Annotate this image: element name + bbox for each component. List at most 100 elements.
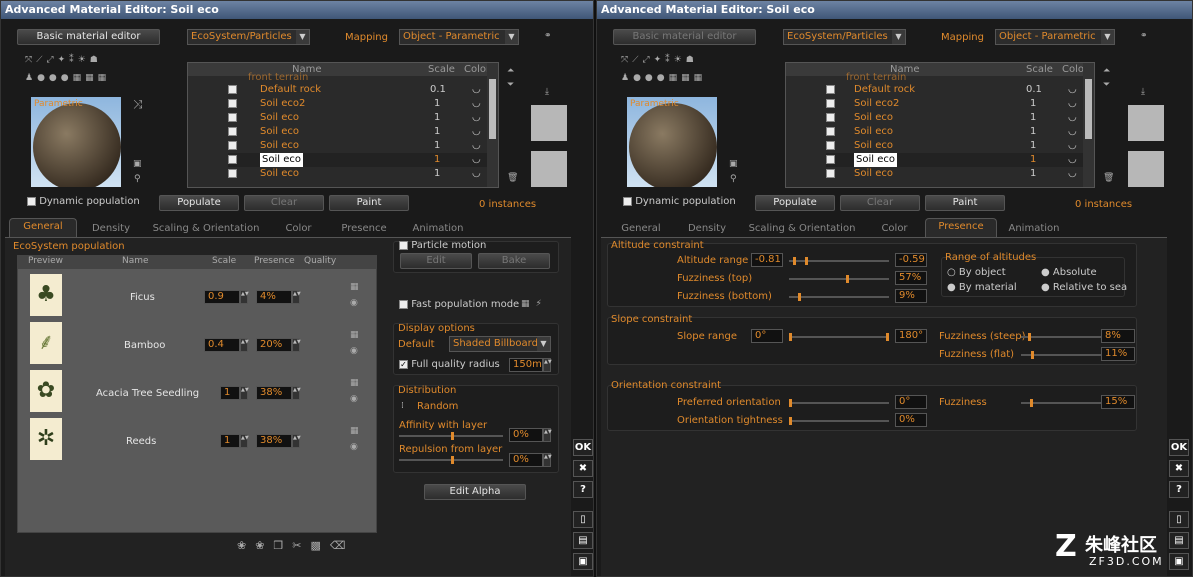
save-icon[interactable]: ▣ [1169,553,1189,570]
tab-color[interactable]: Color [271,221,326,237]
tab-presence[interactable]: Presence [333,221,395,237]
ok-button[interactable]: OK [573,439,593,456]
tool-icons-row2[interactable]: ♟●●●▦▦▦ [25,73,155,83]
slope-range-slider[interactable] [789,333,889,341]
fuzz-top-slider[interactable] [789,275,889,283]
distribution-mode[interactable]: Random [417,401,458,412]
help-button[interactable]: ? [1169,481,1189,498]
list-item[interactable]: Soil eco 1 ◡ [826,139,1094,153]
cube-icon[interactable]: ▣ [133,159,142,169]
save-icon[interactable]: ▣ [573,553,593,570]
list-scrollbar[interactable] [487,63,498,187]
list-item[interactable]: Default rock 0.1 ◡ [228,83,498,97]
refresh-icon[interactable]: ◉ [350,346,358,356]
cube-icon[interactable]: ▣ [729,159,738,169]
slope-max-field[interactable]: 180° [895,329,927,343]
tab-color[interactable]: Color [867,221,922,237]
by-object-radio[interactable]: ○ By object [947,267,1006,278]
bake-button[interactable]: Bake [478,253,550,269]
slope-min-field[interactable]: 0° [751,329,783,343]
cancel-button[interactable]: ✖ [573,460,593,477]
shuffle-icon[interactable]: ⤨ [133,98,143,110]
tab-animation[interactable]: Animation [405,221,471,237]
color-swatch-top[interactable] [531,105,567,141]
table-row[interactable]: ✲ Reeds 1 ▲▼ 38% ▲▼ ▦ ◉ [18,416,376,462]
list-item[interactable]: Soil eco 1 ◡ [228,111,498,125]
list-item[interactable]: Default rock 0.1 ◡ [826,83,1094,97]
affinity-slider[interactable] [399,432,503,440]
relative-to-sea-radio[interactable]: ● Relative to sea [1041,282,1127,293]
color-swatch-bottom[interactable] [1128,151,1164,187]
search-icon[interactable]: ⚲ [730,174,737,184]
list-item[interactable]: Soil eco 1 ◡ [228,125,498,139]
display-mode-dropdown[interactable]: Shaded Billboard ▼ [449,336,551,352]
tab-density[interactable]: Density [677,221,737,237]
arrow-down-icon[interactable]: ⏷ [507,80,514,90]
tab-density[interactable]: Density [81,221,141,237]
basic-material-editor-button[interactable]: Basic material editor [613,29,756,45]
arrow-up-icon[interactable]: ⏶ [1103,66,1110,76]
table-row[interactable]: ✿ Acacia Tree Seedling 1 ▲▼ 38% ▲▼ ▦ ◉ [18,368,376,414]
link-icon[interactable]: ⚭ [1140,31,1148,41]
full-quality-checkbox[interactable]: Full quality radius [399,359,500,370]
fuzz-flat-field[interactable]: 11% [1101,347,1135,361]
clear-button[interactable]: Clear [840,195,920,211]
fuzz-steep-field[interactable]: 8% [1101,329,1135,343]
category-dropdown[interactable]: EcoSystem/Particles ▼ [783,29,906,45]
fuzz-top-field[interactable]: 57% [895,271,927,285]
tightness-slider[interactable] [789,417,889,425]
population-toolbar-icons[interactable]: ❀❀❒✂▩⌫ [237,540,354,551]
fuzziness-slider[interactable] [1021,399,1111,407]
edit-plant-icon[interactable]: ▦ [350,282,359,292]
color-swatch-bottom[interactable] [531,151,567,187]
preferred-field[interactable]: 0° [895,395,927,409]
basic-material-editor-button[interactable]: Basic material editor [17,29,160,45]
tool-icons-row1[interactable]: ⤧⟋⤢✦⁑☀☗ [25,55,155,65]
tab-presence[interactable]: Presence [925,218,997,237]
fuzz-steep-slider[interactable] [1021,333,1111,341]
repulsion-slider[interactable] [399,456,503,464]
particle-motion-checkbox[interactable]: Particle motion [399,240,486,251]
tool-icons-row2[interactable]: ♟●●●▦▦▦ [621,73,751,83]
mapping-dropdown[interactable]: Object - Parametric ▼ [399,29,519,45]
paint-button[interactable]: Paint [925,195,1005,211]
search-icon[interactable]: ⚲ [134,174,141,184]
tab-scaling[interactable]: Scaling & Orientation [151,221,261,237]
fuzziness-field[interactable]: 15% [1101,395,1135,409]
refresh-icon[interactable]: ◉ [350,442,358,452]
import-icon[interactable]: ⤓ [545,87,549,97]
dynamic-population-checkbox[interactable]: Dynamic population [623,196,736,207]
edit-plant-icon[interactable]: ▦ [350,426,359,436]
edit-button[interactable]: Edit [400,253,472,269]
new-document-icon[interactable]: ▯ [1169,511,1189,528]
load-icon[interactable]: ▤ [1169,532,1189,549]
by-material-radio[interactable]: ● By material [947,282,1017,293]
load-icon[interactable]: ▤ [573,532,593,549]
edit-alpha-button[interactable]: Edit Alpha [424,484,526,500]
absolute-radio[interactable]: ● Absolute [1041,267,1097,278]
delete-icon[interactable]: 🗑 [507,173,518,183]
list-item[interactable]: Soil eco 1 ◡ [826,125,1094,139]
cancel-button[interactable]: ✖ [1169,460,1189,477]
populate-button[interactable]: Populate [755,195,835,211]
edit-plant-icon[interactable]: ▦ [350,330,359,340]
populate-button[interactable]: Populate [159,195,239,211]
list-item[interactable]: Soil eco 1 ◡ [228,139,498,153]
list-item[interactable]: Soil eco 1 ◡ [826,111,1094,125]
dynamic-population-checkbox[interactable]: Dynamic population [27,196,140,207]
list-item[interactable]: Soil eco 1 ◡ [826,167,1094,181]
preferred-slider[interactable] [789,399,889,407]
clear-button[interactable]: Clear [244,195,324,211]
population-mode-icons[interactable]: ▦⚡ [521,299,548,309]
affinity-field[interactable]: 0% [509,428,543,442]
table-row[interactable]: ⸙ Bamboo 0.4 ▲▼ 20% ▲▼ ▦ ◉ [18,320,376,366]
altitude-max-field[interactable]: -0.59 [895,253,927,267]
fuzz-bottom-slider[interactable] [789,293,889,301]
repulsion-field[interactable]: 0% [509,453,543,467]
import-icon[interactable]: ⤓ [1141,87,1145,97]
radius-field[interactable]: 150m [509,358,543,372]
refresh-icon[interactable]: ◉ [350,298,358,308]
delete-icon[interactable]: 🗑 [1103,173,1114,183]
tab-scaling[interactable]: Scaling & Orientation [747,221,857,237]
tab-general[interactable]: General [611,221,671,237]
